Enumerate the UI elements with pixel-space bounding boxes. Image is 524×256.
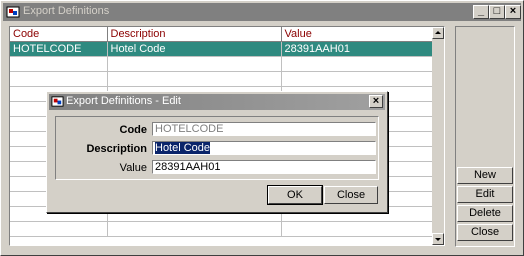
table-cell [281, 56, 434, 72]
cell-value: 28391AAH01 [281, 41, 434, 57]
dialog-titlebar: Export Definitions - Edit × [49, 94, 385, 110]
table-row[interactable]: HOTELCODE Hotel Code 28391AAH01 [10, 41, 434, 57]
table-cell [107, 71, 282, 87]
table-cell [281, 221, 434, 237]
table-cell [107, 221, 282, 237]
table-row[interactable] [10, 71, 434, 87]
cell-description: Hotel Code [107, 41, 282, 57]
window-titlebar: Export Definitions _ □ × [3, 3, 521, 21]
minimize-button[interactable]: _ [473, 5, 489, 19]
app-icon [51, 96, 64, 107]
description-field[interactable]: Hotel Code [152, 141, 376, 155]
dialog-title: Export Definitions - Edit [66, 95, 181, 107]
vertical-scrollbar[interactable] [432, 27, 444, 245]
window-title: Export Definitions [23, 5, 110, 17]
app-icon [6, 6, 20, 18]
new-button[interactable]: New [457, 167, 513, 184]
scroll-down-button[interactable] [432, 233, 444, 245]
table-cell [10, 71, 108, 87]
table-row[interactable] [10, 221, 434, 237]
delete-button[interactable]: Delete [457, 205, 513, 222]
value-label: Value [119, 162, 147, 174]
dialog-close-button[interactable]: Close [324, 186, 378, 204]
arrow-up-icon [435, 31, 441, 34]
grid-header-row: Code Description Value [10, 27, 434, 42]
cell-code: HOTELCODE [10, 41, 108, 57]
column-header-value[interactable]: Value [281, 27, 434, 42]
ok-button[interactable]: OK [267, 185, 323, 205]
edit-fields-group: Code HOTELCODE Description Hotel Code Va… [55, 116, 379, 180]
table-cell [10, 221, 108, 237]
table-cell [281, 71, 434, 87]
table-cell [107, 56, 282, 72]
maximize-button[interactable]: □ [489, 5, 505, 19]
arrow-down-icon [435, 238, 441, 241]
scroll-up-button[interactable] [432, 27, 444, 39]
close-button[interactable]: Close [457, 224, 513, 241]
edit-dialog: Export Definitions - Edit × Code HOTELCO… [46, 91, 388, 213]
description-label: Description [86, 143, 147, 155]
column-header-description[interactable]: Description [107, 27, 282, 42]
value-field[interactable]: 28391AAH01 [152, 160, 376, 174]
close-window-button[interactable]: × [505, 5, 521, 19]
code-field: HOTELCODE [152, 122, 376, 136]
edit-button[interactable]: Edit [457, 186, 513, 203]
table-cell [10, 56, 108, 72]
column-header-code[interactable]: Code [10, 27, 108, 42]
code-label: Code [119, 124, 148, 136]
table-row[interactable] [10, 56, 434, 72]
description-field-selected-text: Hotel Code [155, 142, 211, 154]
dialog-close-icon[interactable]: × [369, 95, 383, 108]
